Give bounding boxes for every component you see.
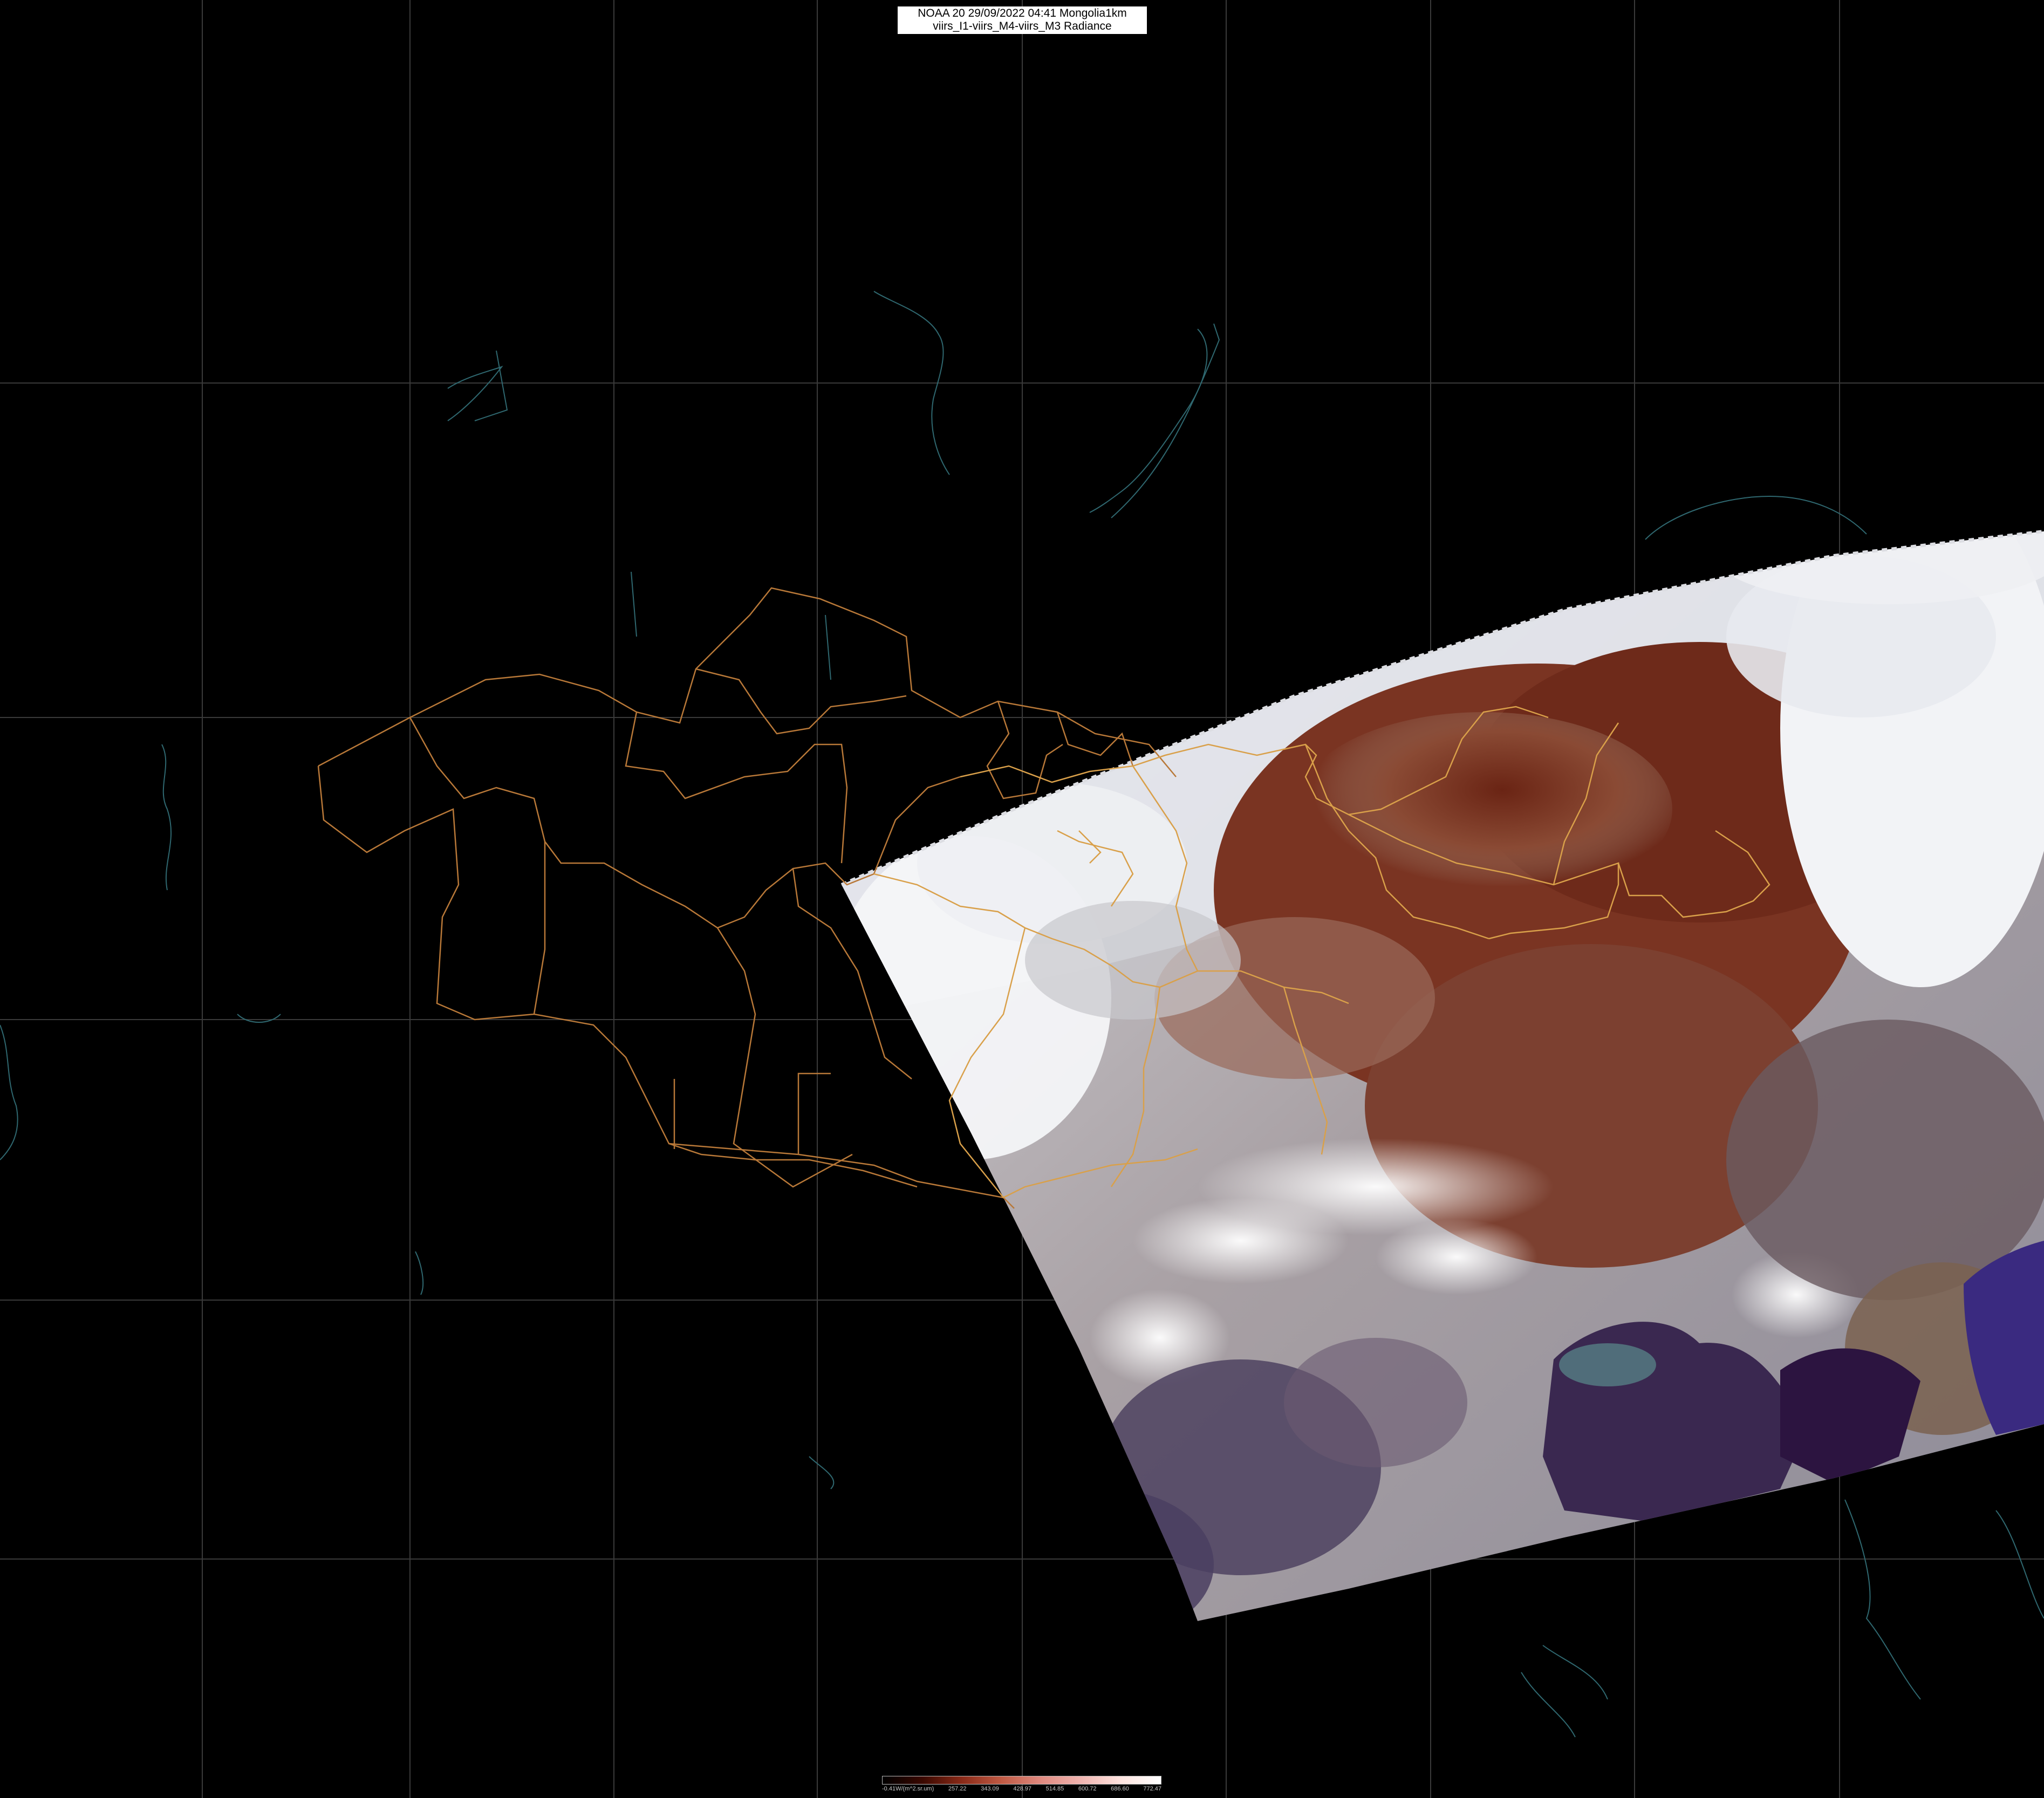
legend-colorbar <box>882 1776 1161 1785</box>
legend-label: 686.60 <box>1111 1786 1129 1792</box>
title-line-1: NOAA 20 29/09/2022 04:41 Mongolia1km <box>918 7 1127 19</box>
legend-label: 428.97 <box>1013 1786 1031 1792</box>
legend-label: 514.85 <box>1045 1786 1064 1792</box>
legend-label: 343.09 <box>981 1786 999 1792</box>
image-title-box: NOAA 20 29/09/2022 04:41 Mongolia1km vii… <box>898 6 1147 34</box>
legend-label: 600.72 <box>1078 1786 1097 1792</box>
color-legend: -0.41W/(m^2.sr.um) 257.22 343.09 428.97 … <box>882 1776 1161 1794</box>
legend-label: 772.47 <box>1143 1786 1161 1792</box>
satellite-map <box>0 0 2044 1798</box>
legend-label: 257.22 <box>948 1786 967 1792</box>
title-line-2: viirs_I1-viirs_M4-viirs_M3 Radiance <box>933 20 1112 32</box>
legend-tick-labels: -0.41W/(m^2.sr.um) 257.22 343.09 428.97 … <box>882 1785 1161 1793</box>
legend-label: -0.41W/(m^2.sr.um) <box>882 1786 934 1792</box>
